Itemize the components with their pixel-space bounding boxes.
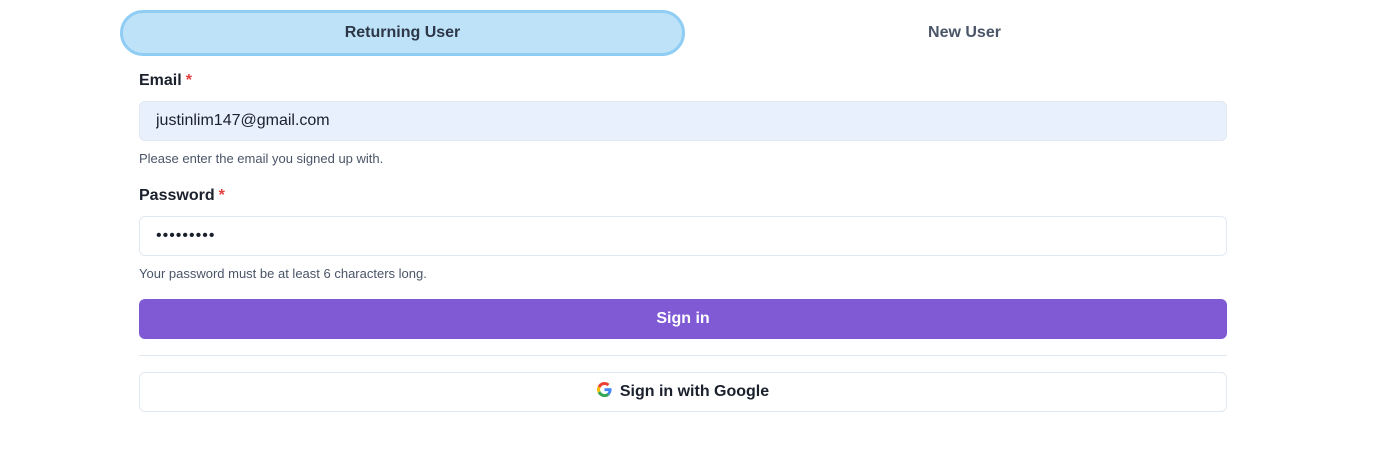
google-icon [596, 382, 612, 402]
sign-in-form: Email* Please enter the email you signed… [139, 0, 1227, 451]
password-field[interactable] [139, 216, 1227, 256]
sign-in-with-google-button[interactable]: Sign in with Google [139, 372, 1227, 412]
google-button-label: Sign in with Google [619, 383, 770, 400]
email-field[interactable] [139, 101, 1227, 141]
email-helper-text: Please enter the email you signed up wit… [139, 151, 384, 166]
sign-in-button[interactable]: Sign in [139, 299, 1227, 339]
password-helper-text: Your password must be at least 6 charact… [139, 266, 427, 281]
password-label: Password * [139, 187, 225, 205]
divider [139, 355, 1227, 356]
password-label-text: Password [139, 187, 215, 204]
password-required-mark: * [218, 187, 225, 204]
email-label: Email * [139, 72, 192, 90]
email-required-mark: * [185, 72, 192, 89]
email-label-text: Email [139, 72, 182, 89]
